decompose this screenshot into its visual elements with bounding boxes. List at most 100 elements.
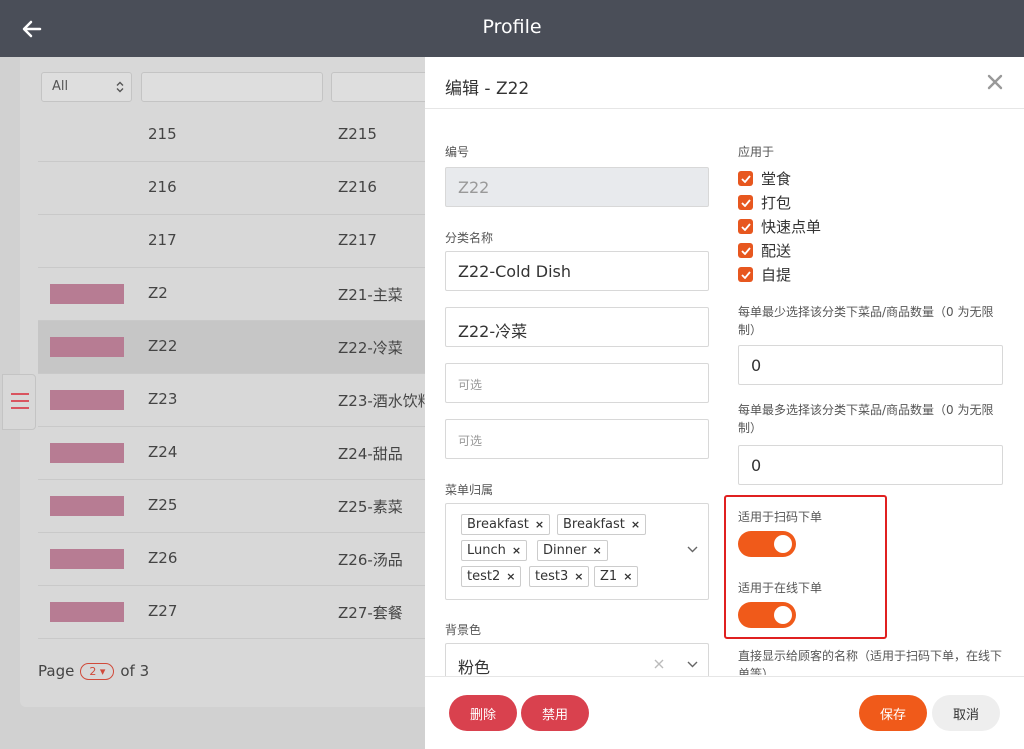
chevron-updown-icon xyxy=(116,81,124,93)
filter-input-code[interactable] xyxy=(141,72,323,102)
apply-checkbox[interactable]: 堂食 xyxy=(738,168,791,189)
table-row[interactable]: Z25 Z25-素菜 xyxy=(38,480,438,533)
apply-checkbox[interactable]: 自提 xyxy=(738,264,791,285)
checkbox-checked-icon[interactable] xyxy=(738,195,753,210)
table-row[interactable]: Z26 Z26-汤品 xyxy=(38,533,438,586)
online-order-label: 适用于在线下单 xyxy=(738,581,823,595)
row-name: Z26-汤品 xyxy=(338,551,403,569)
checkbox-checked-icon[interactable] xyxy=(738,219,753,234)
menu-tags-select[interactable]: Breakfast × Breakfast × Lunch × Dinner × test2 × t… xyxy=(445,503,709,600)
close-icon[interactable] xyxy=(986,73,1004,91)
remove-tag-icon[interactable]: × xyxy=(592,544,601,557)
remove-tag-icon[interactable]: × xyxy=(631,518,640,531)
menu-tag: Dinner × xyxy=(537,540,608,561)
color-swatch xyxy=(50,390,124,410)
name-zh-input[interactable]: Z22-冷菜 xyxy=(445,307,709,347)
row-name: Z25-素菜 xyxy=(338,498,403,516)
dialog-header: 编辑 - Z22 xyxy=(425,57,1024,109)
dialog-footer: 删除 禁用 保存 取消 xyxy=(425,676,1024,749)
menu-tag-label: Breakfast xyxy=(563,517,625,532)
checkbox-label: 打包 xyxy=(761,194,792,212)
menu-tag-label: Breakfast xyxy=(467,517,529,532)
menu-tag-label: Z1 xyxy=(600,569,618,584)
row-name: Z21-主菜 xyxy=(338,286,403,304)
filter-select[interactable]: All xyxy=(41,72,132,102)
apply-checkbox[interactable]: 配送 xyxy=(738,240,791,261)
menu-tag: test3 × xyxy=(529,566,590,587)
bg-color-value: 粉色 xyxy=(458,658,491,677)
menu-tag: Z1 × xyxy=(594,566,639,587)
display-name-label: 直接显示给顾客的名称（适用于扫码下单，在线下单等） xyxy=(738,649,1003,675)
online-order-toggle[interactable] xyxy=(738,602,796,628)
table-row[interactable]: 217 Z217 xyxy=(38,215,438,268)
row-name: Z22-冷菜 xyxy=(338,339,403,357)
remove-tag-icon[interactable]: × xyxy=(506,570,515,583)
optional-input-1[interactable]: 可选 xyxy=(445,363,709,403)
apply-checkbox[interactable]: 快速点单 xyxy=(738,216,821,237)
color-swatch xyxy=(50,549,124,569)
checkbox-checked-icon[interactable] xyxy=(738,243,753,258)
toggle-knob xyxy=(774,606,792,624)
chevron-down-icon xyxy=(687,661,698,668)
row-name: Z24-甜品 xyxy=(338,445,403,463)
code-input: Z22 xyxy=(445,167,709,207)
checkbox-checked-icon[interactable] xyxy=(738,267,753,282)
optional-input-2[interactable]: 可选 xyxy=(445,419,709,459)
menu-tag: Breakfast × xyxy=(461,514,551,535)
row-code: Z23 xyxy=(148,390,178,408)
bg-color-label: 背景色 xyxy=(445,623,482,637)
remove-tag-icon[interactable]: × xyxy=(574,570,583,583)
filter-select-value: All xyxy=(52,79,69,94)
menu-tag-label: Lunch xyxy=(467,543,506,558)
row-code: Z26 xyxy=(148,549,178,567)
remove-tag-icon[interactable]: × xyxy=(512,544,521,557)
min-qty-input[interactable]: 0 xyxy=(738,345,1003,385)
dialog-title: 编辑 - Z22 xyxy=(445,79,530,99)
menu-tag: Breakfast × xyxy=(557,514,647,535)
table-row[interactable]: Z23 Z23-酒水饮料 xyxy=(38,374,438,427)
row-code: Z22 xyxy=(148,337,178,355)
remove-tag-icon[interactable]: × xyxy=(535,518,544,531)
color-swatch xyxy=(50,602,124,622)
checkbox-label: 配送 xyxy=(761,242,792,260)
category-name-label: 分类名称 xyxy=(445,231,494,245)
color-swatch xyxy=(50,443,124,463)
menu-tag-label: Dinner xyxy=(543,543,587,558)
apply-to-label: 应用于 xyxy=(738,145,775,159)
row-name: Z215 xyxy=(338,125,377,143)
row-name: Z216 xyxy=(338,178,377,196)
row-code: Z27 xyxy=(148,602,178,620)
table-row[interactable]: Z27 Z27-套餐 xyxy=(38,586,438,639)
side-menu-toggle[interactable] xyxy=(2,374,36,430)
delete-button[interactable]: 删除 xyxy=(449,695,517,731)
table-row[interactable]: Z24 Z24-甜品 xyxy=(38,427,438,480)
max-qty-input[interactable]: 0 xyxy=(738,445,1003,485)
table-row[interactable]: Z2 Z21-主菜 xyxy=(38,268,438,321)
toggle-knob xyxy=(774,535,792,553)
remove-tag-icon[interactable]: × xyxy=(623,570,632,583)
pager-prefix: Page xyxy=(38,662,75,680)
checkbox-checked-icon[interactable] xyxy=(738,171,753,186)
table-row[interactable]: 216 Z216 xyxy=(38,162,438,215)
clear-icon[interactable] xyxy=(654,659,664,669)
save-button[interactable]: 保存 xyxy=(859,695,927,731)
table-row[interactable]: Z22 Z22-冷菜 xyxy=(38,321,438,374)
apply-checkbox[interactable]: 打包 xyxy=(738,192,791,213)
pager-suffix: of 3 xyxy=(120,662,150,680)
max-qty-label: 每单最多选择该分类下菜品/商品数量（0 为无限制） xyxy=(738,403,994,435)
row-code: 217 xyxy=(148,231,177,249)
cancel-button[interactable]: 取消 xyxy=(932,695,1000,731)
scan-order-toggle[interactable] xyxy=(738,531,796,557)
page-title: Profile xyxy=(482,16,542,38)
menu-tag-label: test3 xyxy=(535,569,569,584)
row-code: Z25 xyxy=(148,496,178,514)
top-bar: Profile xyxy=(0,0,1024,57)
row-code: 216 xyxy=(148,178,177,196)
scan-order-label: 适用于扫码下单 xyxy=(738,510,823,524)
table-row[interactable]: 215 Z215 xyxy=(38,109,438,162)
name-en-input[interactable]: Z22-Cold Dish xyxy=(445,251,709,291)
row-name: Z217 xyxy=(338,231,377,249)
chevron-down-icon xyxy=(687,546,698,553)
disable-button[interactable]: 禁用 xyxy=(521,695,589,731)
page-select[interactable]: 2 ▾ xyxy=(80,662,115,680)
